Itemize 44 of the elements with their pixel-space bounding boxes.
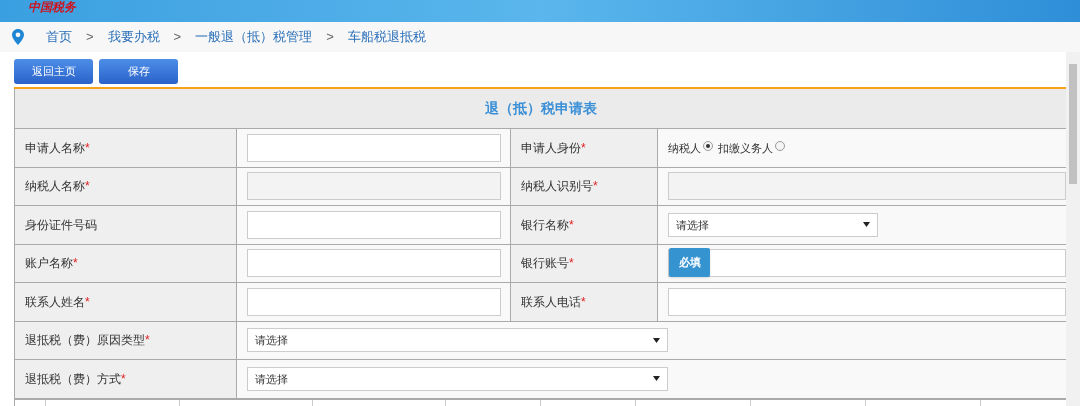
dropdown[interactable]: 请选择 (247, 328, 668, 353)
breadcrumb-link[interactable]: 我要办税 (107, 27, 160, 47)
dropdown[interactable]: 请选择 (668, 212, 878, 237)
field-label: 申请人名称* (14, 129, 236, 167)
save-button[interactable]: 保存 (99, 59, 178, 84)
text-input[interactable] (668, 172, 1066, 201)
breadcrumb-link[interactable]: 一般退（抵）税管理 (195, 27, 313, 47)
breadcrumb-separator: > (86, 28, 94, 47)
text-input[interactable] (247, 133, 501, 162)
breadcrumb-link[interactable]: 首页 (46, 27, 72, 47)
field-label: 申请人身份* (510, 129, 657, 167)
field-label: 银行账号* (510, 244, 657, 282)
scrollbar[interactable] (1066, 52, 1080, 406)
radio-label: 纳税人 (668, 140, 701, 156)
home-button[interactable]: 返回主页 (14, 59, 93, 84)
radio-label: 扣缴义务人 (718, 140, 773, 156)
text-input[interactable] (247, 172, 501, 201)
location-pin-icon (12, 29, 24, 45)
breadcrumb-link[interactable]: 车船税退抵税 (347, 27, 426, 47)
logo-text: 中国税务 (28, 0, 76, 14)
form-title: 退（抵）税申请表 (14, 89, 1066, 128)
breadcrumb-separator: > (173, 28, 182, 47)
text-input[interactable] (247, 287, 501, 316)
breadcrumb-separator: > (326, 28, 334, 47)
field-label: 银行名称* (510, 206, 657, 244)
field-label: 身份证件号码 (14, 206, 236, 244)
field-label: 纳税人识别号* (510, 167, 657, 205)
radio-button[interactable] (775, 140, 785, 151)
radio-button[interactable] (703, 140, 713, 151)
text-input[interactable] (247, 249, 501, 278)
dropdown-caret-icon (653, 376, 660, 382)
field-label: 联系人电话* (510, 283, 657, 321)
tooltip: 必填 (669, 247, 710, 277)
field-label: 纳税人名称* (14, 167, 236, 205)
dropdown[interactable]: 请选择 (247, 366, 668, 391)
text-input[interactable] (668, 287, 1066, 316)
field-label: 退抵税（费）原因类型* (14, 321, 236, 359)
text-input[interactable] (247, 210, 501, 239)
field-label: 账户名称* (14, 244, 236, 282)
text-input[interactable] (668, 249, 1066, 278)
dropdown-caret-icon (653, 337, 660, 343)
field-label: 联系人姓名* (14, 283, 236, 321)
dropdown-caret-icon (863, 222, 870, 228)
field-label: 退抵税（费）方式* (14, 360, 236, 398)
